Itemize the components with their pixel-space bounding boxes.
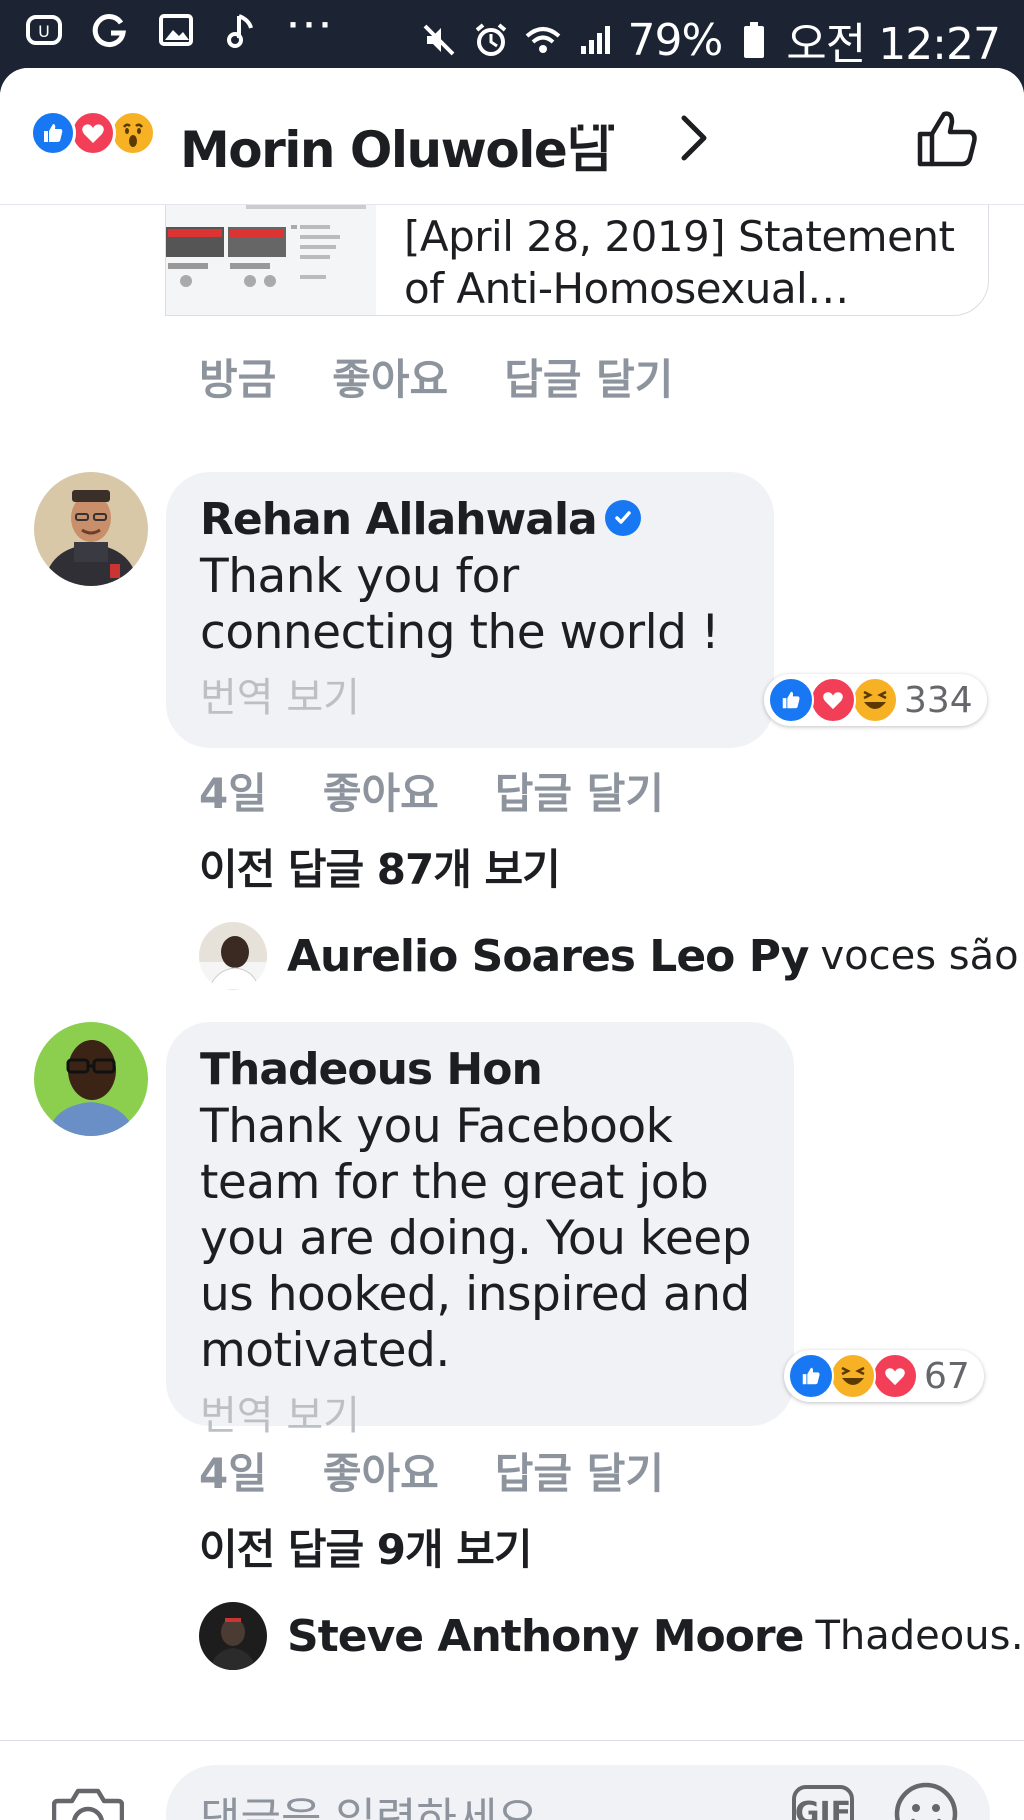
- comment-input[interactable]: 댓글을 입력하세요...: [166, 1765, 990, 1820]
- signal-icon: [575, 20, 615, 60]
- app-notification-icon: U: [24, 10, 64, 50]
- comment-meta: 4일 좋아요 답글 달기: [199, 1440, 664, 1501]
- comment-time: 4일: [199, 1449, 267, 1498]
- wifi-icon: [523, 20, 563, 60]
- love-icon: [872, 1353, 918, 1399]
- link-title-line-1: [April 28, 2019] Statement: [404, 212, 955, 261]
- comment-time: 방금: [199, 355, 277, 404]
- reply-snippet: Thadeous…: [815, 1613, 1024, 1659]
- link-preview-card[interactable]: [April 28, 2019] Statement of Anti-Homos…: [165, 204, 989, 316]
- verified-badge-icon: [604, 500, 641, 536]
- comment-text-line: team for the great job: [200, 1155, 709, 1210]
- avatar[interactable]: [34, 1022, 148, 1136]
- comments-sheet: Morin Oluwole님 ··· [April 28, 2019] Stat…: [0, 68, 1024, 1820]
- comment-time: 4일: [199, 769, 267, 818]
- music-icon: [222, 10, 262, 50]
- link-title-line-2: of Anti-Homosexual…: [404, 264, 849, 313]
- see-translation-link[interactable]: 번역 보기: [200, 1383, 760, 1441]
- status-bar: U ··· 79% 오전 12:27: [0, 0, 1024, 72]
- see-translation-link[interactable]: 번역 보기: [200, 665, 740, 723]
- comment-text-line: Thank you for: [200, 549, 519, 604]
- reaction-summary[interactable]: 334: [764, 674, 987, 726]
- clock: 오전 12:27: [786, 19, 1001, 70]
- avatar[interactable]: [199, 922, 267, 990]
- comment-text-line: connecting the world !: [200, 605, 720, 660]
- reply-comment-button[interactable]: 답글 달기: [495, 760, 664, 821]
- love-icon: [70, 110, 116, 156]
- comment-text-line: us hooked, inspired and: [200, 1267, 750, 1322]
- camera-icon[interactable]: [51, 1787, 125, 1820]
- comment-author-name[interactable]: Thadeous Hon: [200, 1044, 760, 1095]
- link-title[interactable]: [April 28, 2019] Statement of Anti-Homos…: [404, 211, 964, 315]
- comment-meta: 4일 좋아요 답글 달기: [199, 760, 664, 821]
- view-previous-replies-link[interactable]: 이전 답글 9개 보기: [199, 1516, 533, 1577]
- wow-icon: [110, 110, 156, 156]
- like-icon: [30, 110, 76, 156]
- reply-preview[interactable]: Steve Anthony Moore Thadeous…: [199, 1602, 1024, 1670]
- reaction-count: 334: [904, 679, 973, 721]
- header-more-icon[interactable]: ···: [575, 106, 621, 151]
- comment-text: Thank you Facebook team for the great jo…: [200, 1099, 760, 1379]
- reaction-summary[interactable]: 67: [784, 1350, 984, 1402]
- emoji-icon[interactable]: [893, 1781, 959, 1820]
- header-reactions[interactable]: [30, 110, 170, 160]
- like-comment-button[interactable]: 좋아요: [323, 1440, 439, 1501]
- comment-bubble[interactable]: Thadeous Hon Thank you Facebook team for…: [166, 1022, 794, 1439]
- comment-composer: 댓글을 입력하세요... GIF: [0, 1740, 1024, 1820]
- comment-text-line: you are doing. You keep: [200, 1211, 752, 1266]
- comment-input-placeholder: 댓글을 입력하세요...: [200, 1794, 580, 1820]
- more-notifications-icon: ···: [288, 4, 336, 45]
- reactions-header: Morin Oluwole님 ···: [0, 68, 1024, 205]
- love-icon: [810, 677, 856, 723]
- battery-percent: 79%: [627, 14, 723, 66]
- reply-snippet: voces são d…: [820, 933, 1024, 979]
- gif-button[interactable]: GIF: [792, 1785, 854, 1820]
- comment-text: Thank you for connecting the world !: [200, 549, 740, 661]
- reaction-count: 67: [924, 1355, 970, 1397]
- comment-text-line: Thank you Facebook: [200, 1099, 673, 1154]
- mute-icon: [419, 20, 459, 60]
- comment-list[interactable]: [April 28, 2019] Statement of Anti-Homos…: [0, 204, 1024, 1744]
- chevron-right-icon[interactable]: [676, 112, 712, 169]
- battery-icon: [734, 20, 774, 60]
- comment-author-name[interactable]: Rehan Allahwala: [200, 494, 598, 545]
- like-icon: [788, 1353, 834, 1399]
- avatar[interactable]: [199, 1602, 267, 1670]
- google-icon: [90, 10, 130, 50]
- reply-author-name[interactable]: Aurelio Soares Leo Py: [287, 931, 809, 982]
- like-post-button[interactable]: [916, 108, 980, 173]
- reply-comment-button[interactable]: 답글 달기: [495, 1440, 664, 1501]
- reply-preview[interactable]: Aurelio Soares Leo Py voces são d…: [199, 922, 1024, 990]
- view-previous-replies-link[interactable]: 이전 답글 87개 보기: [199, 836, 561, 897]
- svg-text:U: U: [38, 22, 50, 41]
- reply-comment-button[interactable]: 답글 달기: [504, 346, 673, 407]
- comment-author[interactable]: Rehan Allahwala: [200, 494, 740, 545]
- reply-author-name[interactable]: Steve Anthony Moore: [287, 1611, 804, 1662]
- alarm-icon: [471, 20, 511, 60]
- comment-bubble[interactable]: Rehan Allahwala Thank you for connecting…: [166, 472, 774, 748]
- header-title[interactable]: Morin Oluwole님: [180, 110, 612, 182]
- like-comment-button[interactable]: 좋아요: [323, 760, 439, 821]
- gallery-icon: [156, 10, 196, 50]
- link-thumbnail: [166, 204, 376, 315]
- like-comment-button[interactable]: 좋아요: [332, 346, 448, 407]
- haha-icon: [830, 1353, 876, 1399]
- avatar[interactable]: [34, 472, 148, 586]
- like-icon: [768, 677, 814, 723]
- comment-text-line: motivated.: [200, 1323, 450, 1378]
- comment-meta: 방금 좋아요 답글 달기: [199, 346, 673, 407]
- haha-icon: [852, 677, 898, 723]
